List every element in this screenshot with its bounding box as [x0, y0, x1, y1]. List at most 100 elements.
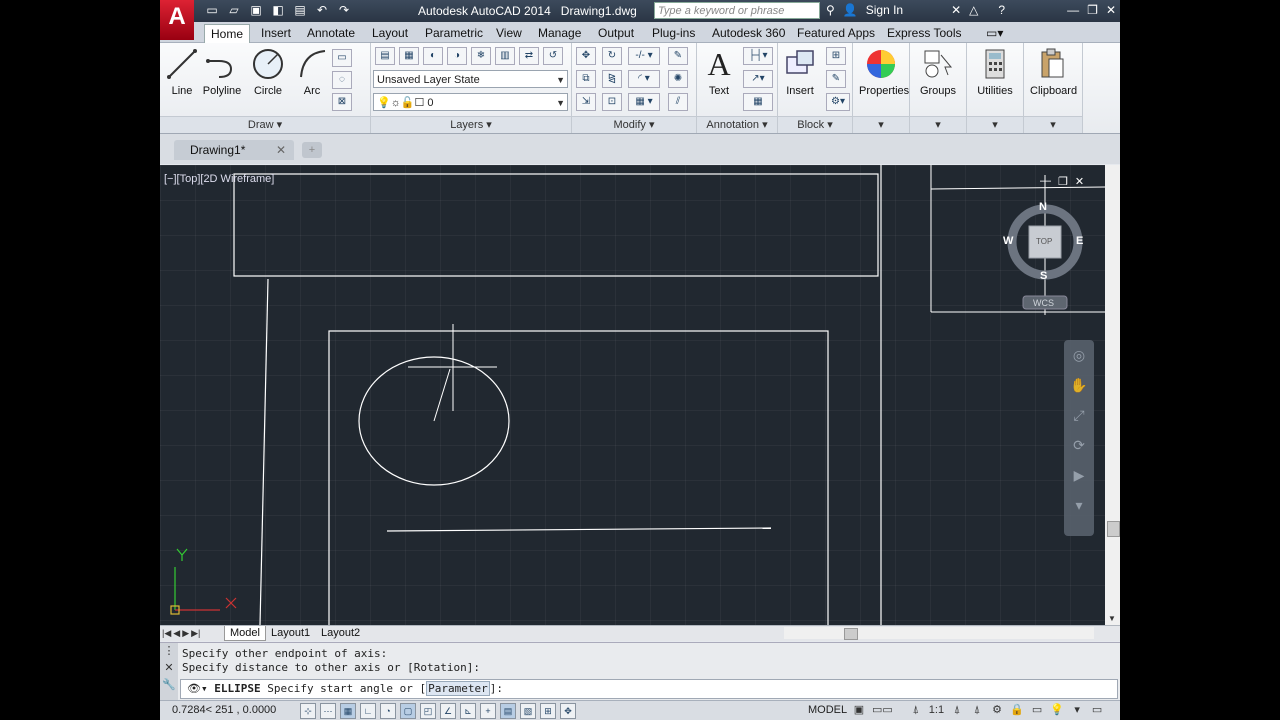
utilities-tool[interactable]: Utilities — [973, 47, 1017, 97]
workspace-switching-icon[interactable]: ⚙ — [990, 703, 1004, 717]
trim-icon[interactable]: -/- ▾ — [628, 47, 660, 65]
showmotion-icon[interactable]: ▶ — [1064, 460, 1094, 490]
dynamic-ucs-icon[interactable]: ⊾ — [460, 703, 476, 719]
horizontal-scrollbar[interactable] — [784, 627, 1094, 640]
array-icon[interactable]: ▦ ▾ — [628, 93, 660, 111]
layer-previous-icon[interactable]: ↺ — [543, 47, 563, 65]
restore-icon[interactable]: ❐ — [1087, 3, 1098, 17]
annotation-scale-value[interactable]: 1:1 — [929, 703, 944, 717]
ortho-mode-icon[interactable]: ∟ — [360, 703, 376, 719]
sign-in-link[interactable]: Sign In — [866, 3, 903, 17]
tab-parametric[interactable]: Parametric — [419, 24, 489, 42]
transparency-icon[interactable]: ▧ — [520, 703, 536, 719]
block-panel-title[interactable]: Block ▾ — [778, 116, 852, 133]
isolate-objects-icon[interactable]: 💡 — [1050, 703, 1064, 717]
grid-display-icon[interactable]: ▦ — [340, 703, 356, 719]
plot-icon[interactable]: ▤ — [292, 3, 308, 18]
search-input[interactable]: Type a keyword or phrase — [654, 2, 820, 19]
clean-screen-icon[interactable]: ▭ — [1090, 703, 1104, 717]
prev-layout-icon[interactable]: ◀ — [173, 626, 180, 640]
command-input[interactable]: 👁▾ ELLIPSE Specify start angle or [Param… — [180, 679, 1118, 699]
auto-scale-icon[interactable]: ⍋ — [970, 703, 984, 717]
explode-icon[interactable]: ✺ — [668, 70, 688, 88]
tab-view[interactable]: View — [490, 24, 528, 42]
navbar-menu-icon[interactable]: ▾ — [1064, 490, 1094, 520]
annotation-panel-title[interactable]: Annotation ▾ — [697, 116, 777, 133]
text-tool[interactable]: A Text — [697, 47, 741, 97]
first-layout-icon[interactable]: |◀ — [162, 626, 171, 640]
steering-wheel-icon[interactable]: ◎ — [1064, 340, 1094, 370]
object-snap-icon[interactable]: ▢ — [400, 703, 416, 719]
selection-cycling-icon[interactable]: ✥ — [560, 703, 576, 719]
insert-block-tool[interactable]: Insert — [778, 47, 822, 97]
circle-tool[interactable]: Circle — [246, 47, 290, 97]
tab-express-tools[interactable]: Express Tools — [881, 24, 967, 42]
layers-panel-title[interactable]: Layers ▾ — [371, 116, 571, 133]
quick-view-drawings-icon[interactable]: ▭▭ — [872, 703, 893, 717]
layer-properties-icon[interactable]: ▤ — [375, 47, 395, 65]
boundary-icon[interactable]: ⊠ — [332, 93, 352, 111]
layer-dropdown[interactable]: 💡☼🔓☐ 0 ▼ — [373, 93, 568, 111]
tab-layout2[interactable]: Layout2 — [316, 626, 365, 640]
application-menu-button[interactable]: A — [160, 0, 194, 40]
close-icon[interactable]: ✕ — [160, 660, 178, 677]
move-icon[interactable]: ✥ — [576, 47, 596, 65]
utilities-panel-expander[interactable]: ▾ — [967, 116, 1023, 133]
ribbon-options-icon[interactable]: ▭▾ — [980, 24, 1009, 42]
fillet-icon[interactable]: ◜ ▾ — [628, 70, 660, 88]
pan-icon[interactable]: ✋ — [1064, 370, 1094, 400]
polar-tracking-icon[interactable]: ◔ — [380, 703, 396, 719]
tab-home[interactable]: Home — [204, 24, 251, 43]
tab-autodesk-360[interactable]: Autodesk 360 — [706, 24, 791, 42]
open-icon[interactable]: ▱ — [226, 3, 242, 18]
leader-icon[interactable]: ↗▾ — [743, 70, 773, 88]
snap-mode-icon[interactable]: ⋯ — [320, 703, 336, 719]
tab-featured-apps[interactable]: Featured Apps — [791, 24, 881, 42]
close-icon[interactable]: ✕ — [1106, 3, 1116, 17]
object-snap-tracking-icon[interactable]: ∠ — [440, 703, 456, 719]
tab-plug-ins[interactable]: Plug-ins — [646, 24, 701, 42]
zoom-extents-icon[interactable]: ⤢ — [1064, 400, 1094, 430]
tab-annotate[interactable]: Annotate — [301, 24, 361, 42]
rotate-icon[interactable]: ↻ — [602, 47, 622, 65]
help-button[interactable]: ? — [998, 3, 1005, 17]
quick-properties-icon[interactable]: ⊞ — [540, 703, 556, 719]
new-icon[interactable]: ▭ — [204, 3, 220, 18]
drawing-area[interactable]: [−][Top][2D Wireframe] — ❐ ✕ N S E W TOP… — [160, 165, 1105, 625]
layer-state-icon[interactable]: ▦ — [399, 47, 419, 65]
close-icon[interactable]: ✕ — [1075, 175, 1084, 188]
line-tool[interactable]: Line — [160, 47, 204, 97]
recent-commands-icon[interactable]: 👁▾ — [187, 682, 208, 695]
draw-panel-title[interactable]: Draw ▾ — [160, 116, 370, 133]
vertical-scrollbar[interactable]: ▼ — [1105, 165, 1120, 625]
restore-icon[interactable]: ❐ — [1058, 175, 1068, 188]
copy-icon[interactable]: ⧉ — [576, 70, 596, 88]
hatch-icon[interactable]: ◌ — [332, 71, 352, 89]
clipboard-panel-expander[interactable]: ▾ — [1024, 116, 1082, 133]
save-icon[interactable]: ▣ — [248, 3, 264, 18]
clipboard-tool[interactable]: Clipboard — [1030, 47, 1077, 97]
infer-constraints-icon[interactable]: ⊹ — [300, 703, 316, 719]
minimize-icon[interactable]: — — [1040, 175, 1051, 188]
hardware-acceleration-icon[interactable]: ▭ — [1030, 703, 1044, 717]
properties-panel-expander[interactable]: ▾ — [853, 116, 909, 133]
layer-match-icon[interactable]: ⇄ — [519, 47, 539, 65]
erase-icon[interactable]: ✎ — [668, 47, 688, 65]
3d-osnap-icon[interactable]: ◰ — [420, 703, 436, 719]
stretch-icon[interactable]: ⇲ — [576, 93, 596, 111]
tab-model[interactable]: Model — [224, 626, 266, 641]
binoculars-icon[interactable]: ⚲ — [826, 3, 835, 17]
groups-panel-expander[interactable]: ▾ — [910, 116, 966, 133]
new-tab-button[interactable]: + — [302, 142, 322, 158]
tab-layout[interactable]: Layout — [366, 24, 414, 42]
scroll-down-arrow-icon[interactable]: ▼ — [1108, 614, 1116, 623]
layer-off-icon[interactable]: ◐ — [423, 47, 443, 65]
status-menu-icon[interactable]: ▾ — [1070, 703, 1084, 717]
undo-icon[interactable]: ↶ — [314, 3, 330, 18]
groups-tool[interactable]: Groups — [916, 47, 960, 97]
arc-tool[interactable]: Arc — [290, 47, 334, 97]
quick-view-layouts-icon[interactable]: ▣ — [852, 703, 866, 717]
scale-icon[interactable]: ⊡ — [602, 93, 622, 111]
viewport-controls-label[interactable]: [−][Top][2D Wireframe] — [164, 173, 274, 185]
orbit-icon[interactable]: ⟳ — [1064, 430, 1094, 460]
